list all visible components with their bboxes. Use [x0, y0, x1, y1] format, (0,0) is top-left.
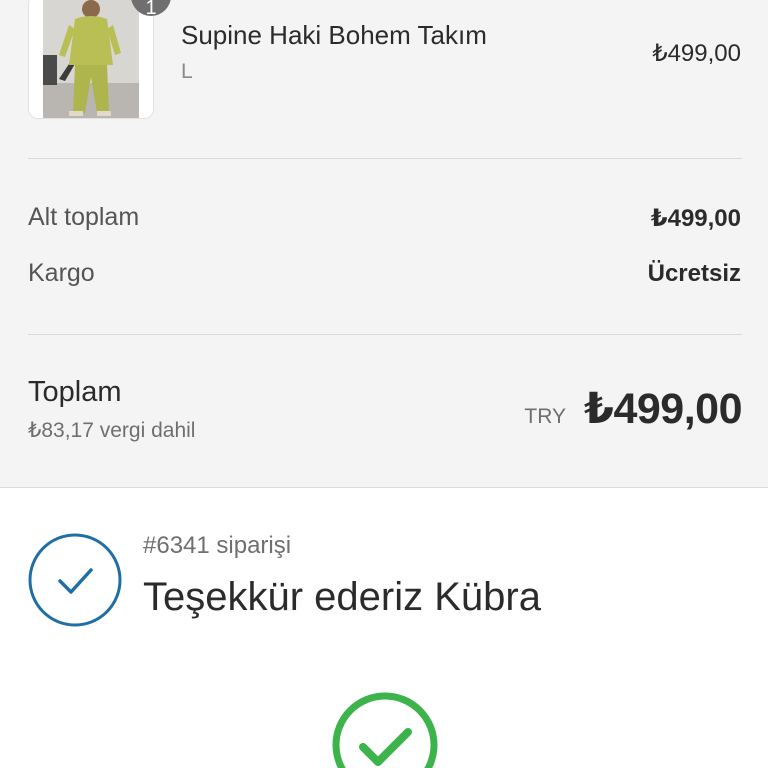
product-image	[28, 0, 154, 119]
product-price: ₺499,00	[652, 40, 741, 67]
subtotal-value: ₺499,00	[650, 205, 741, 232]
shipping-label: Kargo	[28, 259, 95, 287]
order-summary-panel: 1 Supine Haki Bohem Takım L ₺499,00 Alt …	[0, 0, 768, 488]
total-value: ₺499,00	[584, 385, 742, 433]
product-photo-icon	[29, 0, 153, 118]
shipping-value: Ücretsiz	[647, 260, 741, 287]
success-check-icon	[332, 692, 438, 768]
divider	[28, 334, 742, 335]
currency-code: TRY	[524, 405, 567, 428]
product-variant: L	[181, 60, 193, 83]
tax-note: ₺83,17 vergi dahil	[28, 419, 196, 442]
total-amount: TRY ₺499,00	[524, 384, 742, 434]
check-circle-icon	[28, 533, 122, 627]
product-name: Supine Haki Bohem Takım	[181, 20, 487, 50]
divider	[28, 158, 742, 159]
total-label: Toplam	[28, 376, 122, 408]
order-number: #6341 siparişi	[143, 532, 292, 559]
subtotal-label: Alt toplam	[28, 203, 140, 231]
order-status-page: 1 Supine Haki Bohem Takım L ₺499,00 Alt …	[0, 0, 768, 768]
thank-you-heading: Teşekkür ederiz Kübra	[143, 575, 541, 619]
